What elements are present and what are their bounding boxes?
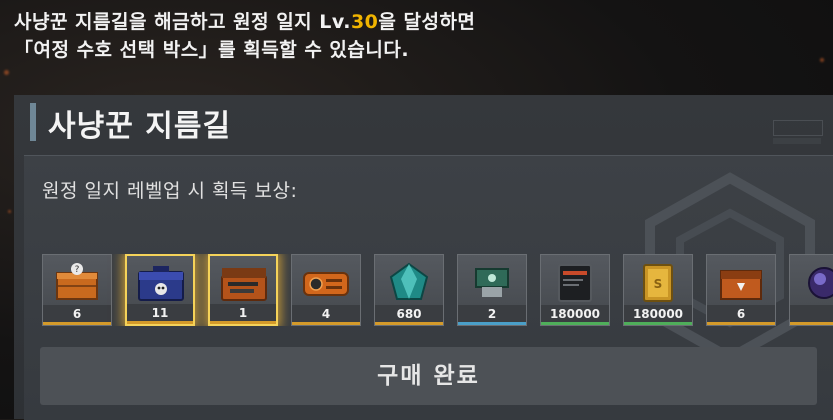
green-usb-chip-icon <box>475 268 509 297</box>
reward-item[interactable]: 1 <box>208 254 278 326</box>
orange-mystery-crate-icon: ? <box>56 263 98 300</box>
banner-line-1: 사냥꾼 지름길을 해금하고 원정 일지 Lv.30을 달성하면 <box>14 8 814 36</box>
rarity-strip <box>707 322 775 325</box>
rarity-strip <box>127 321 193 324</box>
gold-bar-icon: S <box>643 264 673 302</box>
purple-orb-icon <box>808 267 833 299</box>
svg-text:?: ? <box>75 265 80 275</box>
decorative-frame <box>773 138 821 144</box>
reward-item[interactable]: 6 <box>706 254 776 326</box>
rarity-strip <box>790 322 833 325</box>
purchase-complete-button[interactable]: 구매 완료 <box>40 347 817 405</box>
black-card-ticket-icon <box>558 264 592 302</box>
reward-item[interactable] <box>789 254 833 326</box>
orange-supply-box-icon <box>720 270 762 300</box>
svg-text:S: S <box>654 277 663 291</box>
reward-item[interactable]: S 180000 <box>623 254 693 326</box>
rarity-strip <box>624 322 692 325</box>
banner-text: 을 달성하면 <box>378 11 476 33</box>
rarity-strip <box>541 322 609 325</box>
unlock-banner: 사냥꾼 지름길을 해금하고 원정 일지 Lv.30을 달성하면 「여정 수호 선… <box>14 8 814 64</box>
reward-item[interactable]: 680 <box>374 254 444 326</box>
reward-label: 원정 일지 레벨업 시 획득 보상: <box>42 180 298 202</box>
rarity-strip <box>43 322 111 325</box>
reward-item[interactable]: 4 <box>291 254 361 326</box>
banner-line-2: 「여정 수호 선택 박스」를 획득할 수 있습니다. <box>14 39 410 61</box>
blue-skull-chest-icon <box>138 266 184 301</box>
reward-item[interactable]: 11 <box>125 254 195 326</box>
reward-item[interactable]: 2 <box>457 254 527 326</box>
decorative-frame <box>773 120 823 136</box>
orange-gadget-module-icon <box>303 272 349 296</box>
rarity-strip <box>375 322 443 325</box>
teal-crystal-icon <box>389 262 429 300</box>
orange-weapon-case-icon <box>221 268 267 301</box>
ember-particle <box>4 70 9 75</box>
rarity-strip <box>292 322 360 325</box>
banner-level-value: 30 <box>350 11 379 33</box>
ember-particle <box>820 58 824 62</box>
title-accent-bar <box>30 103 36 141</box>
ember-particle <box>8 210 11 213</box>
rarity-strip <box>458 322 526 325</box>
banner-text: 사냥꾼 지름길을 해금하고 원정 일지 Lv. <box>14 11 351 33</box>
reward-item[interactable]: 180000 <box>540 254 610 326</box>
reward-list: ? 6 11 1 4 680 2 180000 S 180000 6 <box>42 254 833 326</box>
panel-title: 사냥꾼 지름길 <box>48 109 232 144</box>
rarity-strip <box>210 321 276 324</box>
reward-item[interactable]: ? 6 <box>42 254 112 326</box>
